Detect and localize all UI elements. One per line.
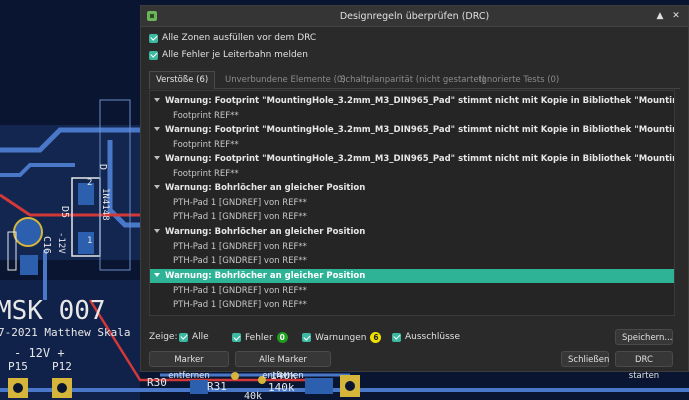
violation-item[interactable]: PTH-Pad 1 [GNDREF] von REF** — [150, 254, 674, 268]
expand-triangle-icon[interactable] — [154, 185, 160, 189]
close-icon[interactable]: ✕ — [670, 10, 682, 22]
diode-marker-label: D — [97, 164, 108, 171]
diode-d5-label: D5 — [59, 206, 70, 219]
tab-unconnected-items[interactable]: Unverbundene Elemente (0) — [219, 72, 352, 88]
violation-row[interactable]: Warnung: Bohrlöcher an gleicher Position — [150, 225, 674, 239]
violations-list[interactable]: Warnung: Footprint "MountingHole_3.2mm_M… — [149, 90, 675, 316]
filter-errors-label: Fehler — [245, 332, 273, 343]
filter-errors[interactable]: Fehler 0 — [232, 332, 288, 343]
filter-warnings[interactable]: Warnungen 6 — [302, 332, 382, 343]
filter-warnings-checkbox[interactable] — [302, 333, 311, 342]
pad-number-2: 2 — [87, 178, 93, 188]
violation-item[interactable]: PTH-Pad 1 [GNDREF] von REF** — [150, 298, 674, 312]
violation-row-selected[interactable]: Warnung: Bohrlöcher an gleicher Position — [150, 269, 674, 283]
filter-label: Zeige: — [149, 332, 178, 342]
errors-count-badge: 0 — [276, 332, 288, 343]
violation-title: Warnung: Bohrlöcher an gleicher Position — [165, 227, 366, 237]
resistor-r31-label: R31 — [207, 380, 227, 393]
expand-triangle-icon[interactable] — [154, 127, 160, 131]
violation-item[interactable]: Footprint REF** — [150, 167, 674, 181]
option-report-all-errors[interactable]: Alle Fehler je Leiterbahn melden — [149, 50, 308, 60]
dialog-title: Designregeln überprüfen (DRC) — [339, 10, 490, 22]
filter-exclusions-checkbox[interactable] — [392, 332, 401, 342]
expand-triangle-icon[interactable] — [154, 273, 160, 277]
tab-ignored-tests[interactable]: Ignorierte Tests (0) — [473, 72, 565, 88]
pad-number-1: 1 — [87, 236, 93, 246]
voltage-label: - 12V + — [14, 346, 65, 360]
refill-zones-label: Alle Zonen ausfüllen vor dem DRC — [162, 33, 317, 43]
resistor-r30-label: R30 — [147, 376, 167, 389]
filter-all[interactable]: Alle — [179, 332, 209, 342]
tab-bar: Verstöße (6) Unverbundene Elemente (0) S… — [149, 71, 680, 89]
filter-warnings-label: Warnungen — [315, 332, 367, 343]
close-button[interactable]: Schließen — [561, 351, 609, 367]
expand-triangle-icon[interactable] — [154, 156, 160, 160]
run-drc-button[interactable]: DRC starten — [615, 351, 673, 381]
filter-errors-checkbox[interactable] — [232, 333, 241, 342]
violation-item[interactable]: Footprint REF** — [150, 109, 674, 123]
violation-item[interactable]: PTH-Pad 1 [GNDREF] von REF** — [150, 284, 674, 298]
violation-title: Warnung: Footprint "MountingHole_3.2mm_M… — [165, 125, 674, 135]
violation-item[interactable]: PTH-Pad 1 [GNDREF] von REF** — [150, 240, 674, 254]
filter-exclusions-label: Ausschlüsse — [405, 332, 461, 342]
tab-schematic-parity[interactable]: Schaltplanparität (nicht gestartet) — [334, 72, 491, 88]
violation-title: Warnung: Footprint "MountingHole_3.2mm_M… — [165, 154, 674, 164]
filter-all-checkbox[interactable] — [179, 332, 188, 342]
report-all-errors-checkbox[interactable] — [149, 50, 158, 60]
option-refill-zones[interactable]: Alle Zonen ausfüllen vor dem DRC — [149, 33, 316, 43]
refill-zones-checkbox[interactable] — [149, 33, 158, 43]
dialog-titlebar[interactable]: Designregeln überprüfen (DRC) ▲ ✕ — [141, 6, 688, 27]
connector-p12-label: P12 — [52, 360, 72, 373]
save-report-button[interactable]: Speichern... — [615, 329, 673, 345]
supply-neg12-label: -12V — [56, 232, 66, 254]
resistor-value-40k: 40k — [244, 391, 263, 400]
remove-all-markers-button[interactable]: Alle Marker entfernen — [235, 351, 331, 381]
violation-title: Warnung: Bohrlöcher an gleicher Position — [165, 271, 366, 281]
violation-row[interactable]: Warnung: Footprint "MountingHole_3.2mm_M… — [150, 94, 674, 108]
violation-row[interactable]: Warnung: Bohrlöcher an gleicher Position — [150, 181, 674, 195]
diode-part-label: 1N4148 — [100, 188, 110, 221]
expand-triangle-icon[interactable] — [154, 229, 160, 233]
connector-p15-label: P15 — [8, 360, 28, 373]
filter-all-label: Alle — [192, 332, 209, 342]
violation-row[interactable]: Warnung: Footprint "MountingHole_3.2mm_M… — [150, 123, 674, 137]
board-copyright-text: 7-2021 Matthew Skala — [0, 326, 131, 339]
filter-exclusions[interactable]: Ausschlüsse — [392, 332, 460, 342]
violation-item[interactable]: PTH-Pad 1 [GNDREF] von REF** — [150, 196, 674, 210]
warnings-count-badge: 6 — [370, 332, 382, 343]
violation-row[interactable]: Warnung: Footprint "MountingHole_3.2mm_M… — [150, 152, 674, 166]
violation-item[interactable]: Footprint REF** — [150, 138, 674, 152]
severity-filter: Zeige: — [149, 332, 178, 342]
tab-violations[interactable]: Verstöße (6) — [149, 71, 216, 89]
capacitor-c16-label: C16 — [41, 236, 52, 255]
minimize-icon[interactable]: ▲ — [654, 10, 666, 22]
violation-title: Warnung: Footprint "MountingHole_3.2mm_M… — [165, 96, 674, 106]
expand-triangle-icon[interactable] — [154, 98, 160, 102]
violation-item[interactable]: PTH-Pad 1 [GNDREF] von REF** — [150, 210, 674, 224]
board-name-text: MSK 007 — [0, 296, 106, 326]
drc-dialog: Designregeln überprüfen (DRC) ▲ ✕ Alle Z… — [140, 5, 689, 381]
remove-marker-button[interactable]: Marker entfernen — [149, 351, 229, 381]
violation-title: Warnung: Bohrlöcher an gleicher Position — [165, 183, 366, 193]
report-all-errors-label: Alle Fehler je Leiterbahn melden — [162, 50, 308, 60]
